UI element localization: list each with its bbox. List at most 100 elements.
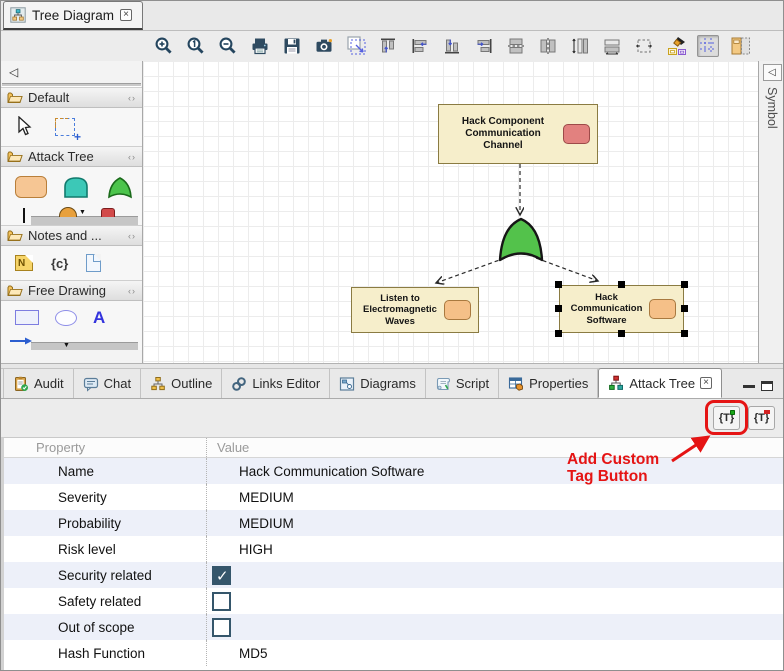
save-icon[interactable]: [281, 35, 303, 57]
polyline-tool-icon[interactable]: [9, 336, 33, 346]
snap-to-grid-icon[interactable]: [697, 35, 719, 57]
screenshot-icon[interactable]: [313, 35, 335, 57]
selection-handle[interactable]: [681, 281, 688, 288]
document-tool-icon[interactable]: [86, 254, 101, 272]
add-custom-tag-button[interactable]: {T}: [713, 406, 740, 430]
table-row-safety-related[interactable]: Safety related: [4, 588, 784, 614]
rectangle-tool-icon[interactable]: [15, 310, 39, 325]
center-vertical-icon[interactable]: [537, 35, 559, 57]
print-icon[interactable]: [249, 35, 271, 57]
note-tool-icon[interactable]: N: [15, 255, 33, 271]
row-checkbox[interactable]: [212, 618, 231, 637]
constraint-tool-icon[interactable]: {c}: [51, 256, 68, 271]
row-value[interactable]: MEDIUM: [239, 516, 294, 531]
align-left-icon[interactable]: [409, 35, 431, 57]
editor-tab-close-icon[interactable]: ×: [120, 9, 132, 21]
selection-handle[interactable]: [618, 330, 625, 337]
node-badge[interactable]: [444, 300, 471, 320]
match-height-icon[interactable]: [569, 35, 591, 57]
tab-attack-tree-active[interactable]: Attack Tree ×: [598, 368, 722, 398]
selection-handle[interactable]: [555, 330, 562, 337]
selection-handle[interactable]: [681, 305, 688, 312]
attack-node-right-child-selected[interactable]: Hack Communication Software: [559, 285, 684, 333]
tab-diagrams[interactable]: Diagrams: [330, 369, 426, 398]
selection-handle[interactable]: [681, 330, 688, 337]
remove-tag-button[interactable]: {T}: [748, 406, 775, 430]
center-horizontal-icon[interactable]: [505, 35, 527, 57]
expand-symbol-panel-button[interactable]: ◁: [763, 64, 782, 81]
zoom-in-icon[interactable]: [153, 35, 175, 57]
zoom-out-icon[interactable]: [217, 35, 239, 57]
drawer-pin-icon[interactable]: ‹›: [128, 231, 136, 241]
node-badge[interactable]: [563, 124, 590, 144]
line-tool-icon[interactable]: [23, 208, 25, 223]
tab-close-icon[interactable]: ×: [700, 377, 712, 389]
palette-group-notes[interactable]: Notes and ... ‹›: [1, 225, 142, 246]
and-gate-icon[interactable]: [61, 175, 91, 199]
drawer-pin-icon[interactable]: ‹›: [128, 93, 136, 103]
zoom-original-icon[interactable]: [185, 35, 207, 57]
row-value[interactable]: HIGH: [239, 542, 273, 557]
table-row-hash-function[interactable]: Hash Function MD5: [4, 640, 784, 666]
table-row-name[interactable]: Name Hack Communication Software: [4, 458, 784, 484]
row-checkbox[interactable]: [212, 566, 231, 585]
tab-links-editor[interactable]: Links Editor: [222, 369, 330, 398]
tab-properties[interactable]: Properties: [499, 369, 598, 398]
marquee-zoom-icon[interactable]: [345, 35, 367, 57]
diagram-canvas[interactable]: Hack Component Communication Channel Lis…: [143, 61, 758, 363]
table-row-security-related[interactable]: Security related: [4, 562, 784, 588]
palette-collapse-button[interactable]: ◁: [1, 61, 142, 83]
match-width-icon[interactable]: [601, 35, 623, 57]
palette-scrollbar[interactable]: [31, 342, 138, 350]
auto-resize-icon[interactable]: [633, 35, 655, 57]
editor-tab-tree-diagram[interactable]: Tree Diagram ×: [3, 1, 143, 30]
tab-outline[interactable]: Outline: [141, 369, 222, 398]
minimize-icon[interactable]: [743, 385, 755, 388]
ellipse-tool-icon[interactable]: [55, 310, 77, 326]
table-row-out-of-scope[interactable]: Out of scope: [4, 614, 784, 640]
text-tool-icon[interactable]: A: [93, 309, 105, 326]
format-painter-icon[interactable]: [665, 35, 687, 57]
palette-group-attack-tree[interactable]: Attack Tree ‹›: [1, 146, 142, 167]
or-gate-node[interactable]: [500, 219, 542, 260]
row-value[interactable]: Hack Communication Software: [239, 464, 424, 479]
column-header-value[interactable]: Value: [206, 438, 784, 457]
palette-group-free-drawing[interactable]: Free Drawing ‹›: [1, 280, 142, 301]
tab-audit[interactable]: Audit: [3, 369, 74, 398]
circle-tool-icon[interactable]: [59, 207, 77, 217]
edge-gate-to-right-child[interactable]: [536, 258, 598, 281]
show-palette-icon[interactable]: [729, 35, 751, 57]
tab-chat[interactable]: Chat: [74, 369, 141, 398]
node-shape-icon[interactable]: [15, 176, 47, 198]
align-right-icon[interactable]: [473, 35, 495, 57]
palette-scrollbar[interactable]: [31, 216, 138, 225]
selection-handle[interactable]: [555, 305, 562, 312]
column-header-property[interactable]: Property: [4, 440, 206, 455]
row-checkbox[interactable]: [212, 592, 231, 611]
drawer-pin-icon[interactable]: ‹›: [128, 152, 136, 162]
node-badge[interactable]: [649, 299, 676, 319]
row-value[interactable]: MD5: [239, 646, 268, 661]
table-row-risk-level[interactable]: Risk level HIGH: [4, 536, 784, 562]
attack-node-left-child[interactable]: Listen to Electromagnetic Waves: [351, 287, 479, 333]
align-top-icon[interactable]: [377, 35, 399, 57]
table-row-severity[interactable]: Severity MEDIUM: [4, 484, 784, 510]
symbol-panel-label[interactable]: Symbol: [765, 87, 779, 129]
marquee-tool-icon[interactable]: [55, 118, 75, 136]
drawer-pin-icon[interactable]: ‹›: [128, 286, 136, 296]
attack-node-root[interactable]: Hack Component Communication Channel: [438, 104, 598, 164]
maximize-icon[interactable]: [761, 381, 773, 391]
table-row-probability[interactable]: Probability MEDIUM: [4, 510, 784, 536]
or-gate-icon[interactable]: [105, 175, 135, 199]
row-value[interactable]: MEDIUM: [239, 490, 294, 505]
selection-handle[interactable]: [555, 281, 562, 288]
scroll-indicator-icon[interactable]: ▼: [79, 209, 86, 216]
selection-handle[interactable]: [618, 281, 625, 288]
scroll-indicator-icon[interactable]: ▼: [63, 342, 70, 349]
edge-gate-to-left-child[interactable]: [436, 258, 505, 283]
selection-tool-icon[interactable]: [15, 116, 33, 138]
tab-script[interactable]: Script: [426, 369, 499, 398]
palette-group-default[interactable]: Default ‹›: [1, 87, 142, 108]
stamp-tool-icon[interactable]: [101, 208, 115, 217]
align-bottom-icon[interactable]: [441, 35, 463, 57]
